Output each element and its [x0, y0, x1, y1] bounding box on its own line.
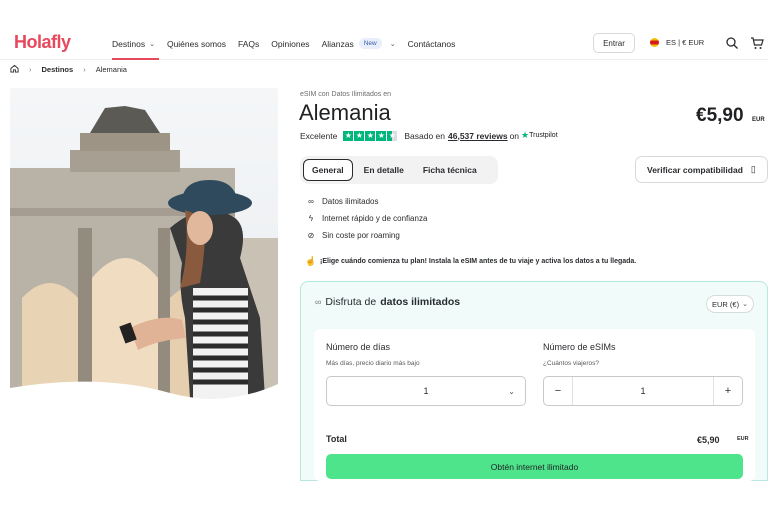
chevron-right-icon: › [83, 64, 86, 74]
phone-check-icon: ▯ [750, 164, 756, 174]
plan-form: Número de días Más días, precio diario m… [314, 329, 755, 481]
lang-currency-label: ES | € EUR [666, 38, 705, 47]
notice-text: ¡Elige cuándo comienza tu plan! Instala … [320, 258, 637, 265]
star-icon: ★ [354, 130, 365, 141]
feature-unlimited-data: ∞ Datos ilimitados [305, 193, 427, 210]
new-badge: New [358, 38, 382, 49]
days-help: Más días, precio diario más bajo [326, 360, 420, 367]
total-value: €5,90 [697, 435, 720, 445]
esims-help: ¿Cuántos viajeros? [543, 360, 599, 367]
language-currency-selector[interactable]: ES | € EUR [650, 38, 704, 47]
hand-tap-icon: ☝ [305, 256, 317, 266]
nav-alianzas-label: Alianzas [321, 38, 354, 49]
chevron-down-icon: ⌄ [389, 40, 396, 48]
infinity-icon: ∞ [308, 197, 314, 206]
nav-quienes-somos[interactable]: Quiénes somos [167, 39, 226, 49]
days-label: Número de días [326, 342, 391, 352]
feature-label: Sin coste por roaming [322, 231, 400, 240]
nav-contactanos-label: Contáctanos [407, 38, 456, 49]
activation-notice: ☝ ¡Elige cuándo comienza tu plan! Instal… [305, 256, 636, 267]
tab-general[interactable]: General [303, 159, 353, 181]
nav-destinos[interactable]: Destinos ⌄ [112, 38, 159, 60]
login-button[interactable]: Entrar [593, 33, 635, 53]
reviews-link[interactable]: 46,537 reviews [448, 131, 508, 141]
days-value: 1 [423, 386, 429, 396]
star-icon: ★ [376, 130, 387, 141]
cart-icon[interactable] [750, 36, 764, 50]
total-currency: EUR [737, 436, 749, 442]
product-price: €5,90 [696, 105, 744, 126]
rating-on: on [509, 130, 520, 141]
feature-no-roaming: ⊘ Sin coste por roaming [305, 227, 427, 244]
nav-destinos-label: Destinos [112, 38, 146, 49]
product-tabs: General En detalle Ficha técnica [300, 156, 498, 184]
star-icon: ★ [365, 130, 376, 141]
nav-alianzas[interactable]: Alianzas New ⌄ [322, 38, 396, 49]
lightning-icon: ϟ [308, 214, 314, 223]
plan-configurator: ∞ Disfruta de datos ilimitados EUR (€) ⌄… [300, 281, 768, 481]
plan-heading-prefix: Disfruta de [325, 296, 377, 308]
breadcrumb-destinos[interactable]: Destinos [42, 65, 74, 74]
days-select[interactable]: 1 ⌄ [326, 376, 526, 406]
spain-flag-icon [650, 38, 659, 47]
increment-button[interactable]: + [713, 377, 742, 405]
holafly-logo[interactable]: Holafly [14, 32, 71, 53]
feature-label: Datos ilimitados [322, 197, 379, 206]
currency-select[interactable]: EUR (€) ⌄ [706, 295, 754, 313]
tab-ficha-tecnica[interactable]: Ficha técnica [415, 160, 485, 180]
nav-faqs[interactable]: FAQs [238, 39, 259, 49]
esims-value[interactable]: 1 [573, 386, 713, 396]
page-title: Alemania [299, 100, 391, 125]
currency-select-value: EUR (€) [712, 299, 740, 309]
plan-heading-bold: datos ilimitados [380, 296, 461, 308]
nav-opiniones-label: Opiniones [271, 38, 310, 49]
hero-image [10, 88, 278, 412]
total-label: Total [326, 434, 347, 444]
esims-stepper: − 1 + [543, 376, 743, 406]
nav-faqs-label: FAQs [238, 38, 260, 49]
infinity-icon: ∞ [315, 297, 322, 307]
chevron-down-icon: ⌄ [742, 301, 748, 308]
chevron-down-icon: ⌄ [508, 387, 515, 396]
product-subtitle: eSIM con Datos Ilimitados en [300, 91, 392, 98]
trustpilot-star-icon: ★ [521, 130, 530, 140]
feature-label: Internet rápido y de confianza [322, 214, 428, 223]
main-nav: Destinos ⌄ Quiénes somos FAQs Opiniones … [112, 38, 467, 60]
site-header: Holafly Destinos ⌄ Quiénes somos FAQs Op… [0, 0, 768, 60]
rating-based-on: Basado en [404, 130, 445, 141]
nav-opiniones[interactable]: Opiniones [271, 39, 309, 49]
chevron-down-icon: ⌄ [149, 40, 155, 48]
feature-fast-internet: ϟ Internet rápido y de confianza [305, 210, 428, 227]
decrement-button[interactable]: − [544, 377, 573, 405]
breadcrumb-current: Alemania [95, 64, 127, 74]
search-icon[interactable] [725, 36, 739, 50]
rating-label: Excelente [300, 130, 338, 141]
buy-button[interactable]: Obtén internet ilimitado [326, 454, 743, 479]
trustpilot-logo: Trustpilot [529, 132, 558, 139]
breadcrumb: › Destinos › Alemania [10, 62, 137, 76]
chevron-right-icon: › [29, 64, 32, 74]
plan-heading: ∞ Disfruta de datos ilimitados [315, 296, 460, 308]
star-half-icon: ★ [387, 130, 398, 141]
nav-quienes-somos-label: Quiénes somos [166, 38, 227, 49]
rating-stars: ★ ★ ★ ★ ★ [343, 130, 398, 141]
verify-compatibility-button[interactable]: Verificar compatibilidad ▯ [635, 156, 768, 183]
feature-list: ∞ Datos ilimitados ϟ Internet rápido y d… [305, 193, 428, 244]
verify-label: Verificar compatibilidad [647, 164, 743, 175]
trustpilot-rating: Excelente ★ ★ ★ ★ ★ Basado en 46,537 rev… [300, 130, 558, 141]
price-currency: EUR [752, 117, 765, 123]
home-icon[interactable] [10, 64, 19, 75]
tab-en-detalle[interactable]: En detalle [356, 160, 412, 180]
nav-contactanos[interactable]: Contáctanos [408, 39, 456, 49]
no-roaming-icon: ⊘ [307, 231, 315, 240]
star-icon: ★ [343, 130, 354, 141]
esims-label: Número de eSIMs [543, 342, 616, 352]
